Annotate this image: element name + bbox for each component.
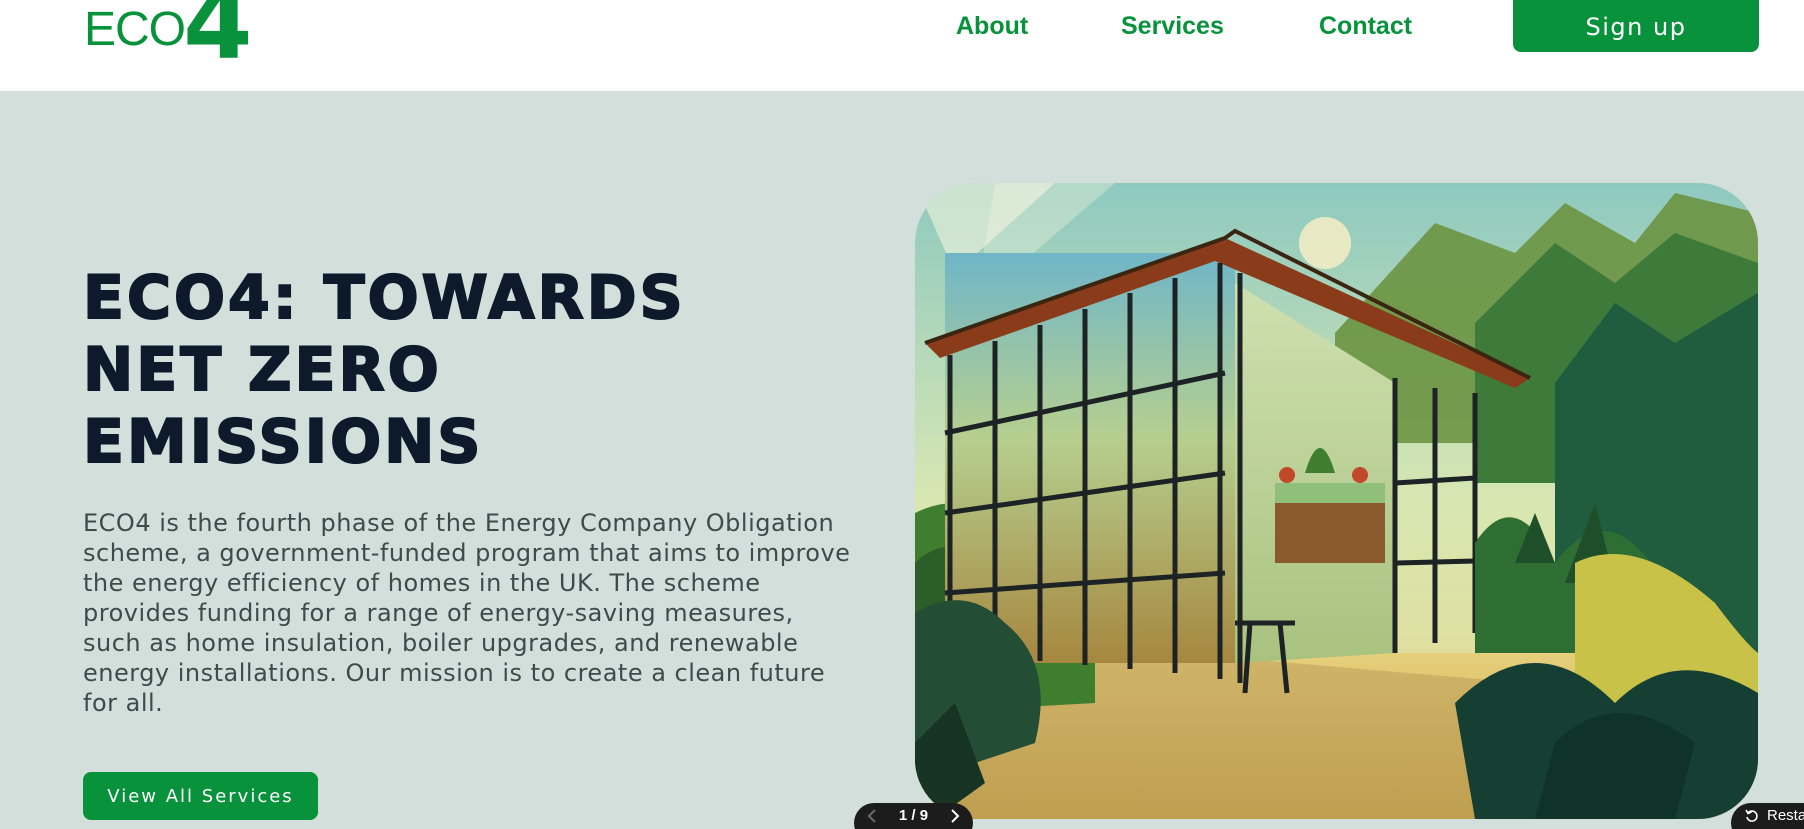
rotate-ccw-icon xyxy=(1745,803,1763,829)
nav-about-link[interactable]: About xyxy=(956,9,1028,43)
carousel-page-indicator: 1 / 9 xyxy=(898,807,929,824)
eco4-logo[interactable]: ECO 4 xyxy=(84,0,253,78)
hero-title: ECO4: TOWARDS NET ZERO EMISSIONS xyxy=(82,262,686,478)
restore-label: Resta xyxy=(1767,807,1804,824)
logo-text-four: 4 xyxy=(183,0,253,82)
restore-button[interactable]: Resta xyxy=(1731,803,1804,829)
hero-illustration-glass-house xyxy=(915,183,1758,819)
sign-up-button[interactable]: Sign up xyxy=(1513,0,1759,52)
chevron-left-icon[interactable] xyxy=(864,803,880,829)
chevron-right-icon[interactable] xyxy=(947,803,963,829)
hero-description: ECO4 is the fourth phase of the Energy C… xyxy=(83,509,851,717)
logo-text-eco: ECO xyxy=(84,3,186,56)
top-navigation-bar: ECO 4 About Services Contact Sign up xyxy=(0,0,1804,91)
carousel-pager: 1 / 9 xyxy=(854,803,973,829)
view-all-services-button[interactable]: View All Services xyxy=(83,772,318,820)
nav-contact-link[interactable]: Contact xyxy=(1319,9,1412,43)
nav-services-link[interactable]: Services xyxy=(1121,9,1224,43)
